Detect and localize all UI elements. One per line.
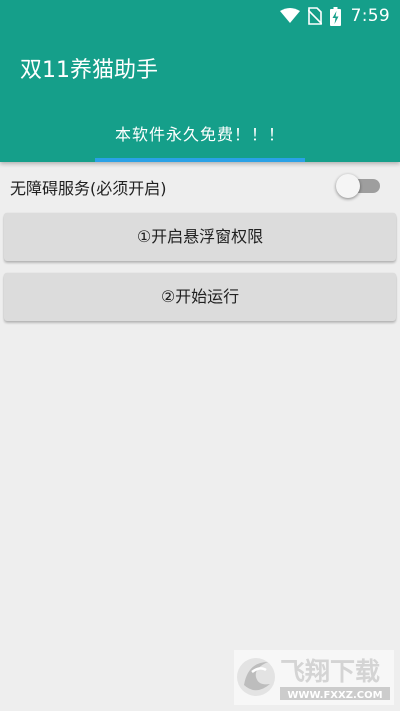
tab-label: 本软件永久免费！！！ xyxy=(114,125,285,144)
app-title: 双11养猫助手 xyxy=(20,58,158,83)
watermark-brand: 飞翔下载 xyxy=(280,657,380,686)
watermark-site: WWW.FXXZ.COM xyxy=(287,690,382,701)
start-button[interactable]: ②开始运行 xyxy=(4,273,396,321)
accessibility-toggle[interactable] xyxy=(336,174,382,198)
tab-indicator xyxy=(95,158,305,162)
status-time: 7:59 xyxy=(350,6,390,26)
toggle-thumb xyxy=(336,174,360,198)
battery-charging-icon xyxy=(329,6,341,26)
no-sim-icon xyxy=(307,7,322,25)
accessibility-switch-label: 无障碍服务(必须开启) xyxy=(10,179,167,198)
app-screen: 7:59 双11养猫助手 本软件永久免费！！！ 无障碍服务(必须开启) ①开启悬… xyxy=(0,0,400,711)
accessibility-switch-row[interactable]: 无障碍服务(必须开启) xyxy=(0,170,400,202)
watermark-logo: 飞翔下载 WWW.FXXZ.COM xyxy=(234,650,394,705)
tab-free[interactable]: 本软件永久免费！！！ xyxy=(0,118,400,162)
app-bar: 7:59 双11养猫助手 本软件永久免费！！！ xyxy=(0,0,400,162)
overlay-permission-button[interactable]: ①开启悬浮窗权限 xyxy=(4,213,396,261)
wifi-icon xyxy=(279,8,300,24)
status-bar: 7:59 xyxy=(0,0,400,32)
status-icons: 7:59 xyxy=(279,5,390,27)
